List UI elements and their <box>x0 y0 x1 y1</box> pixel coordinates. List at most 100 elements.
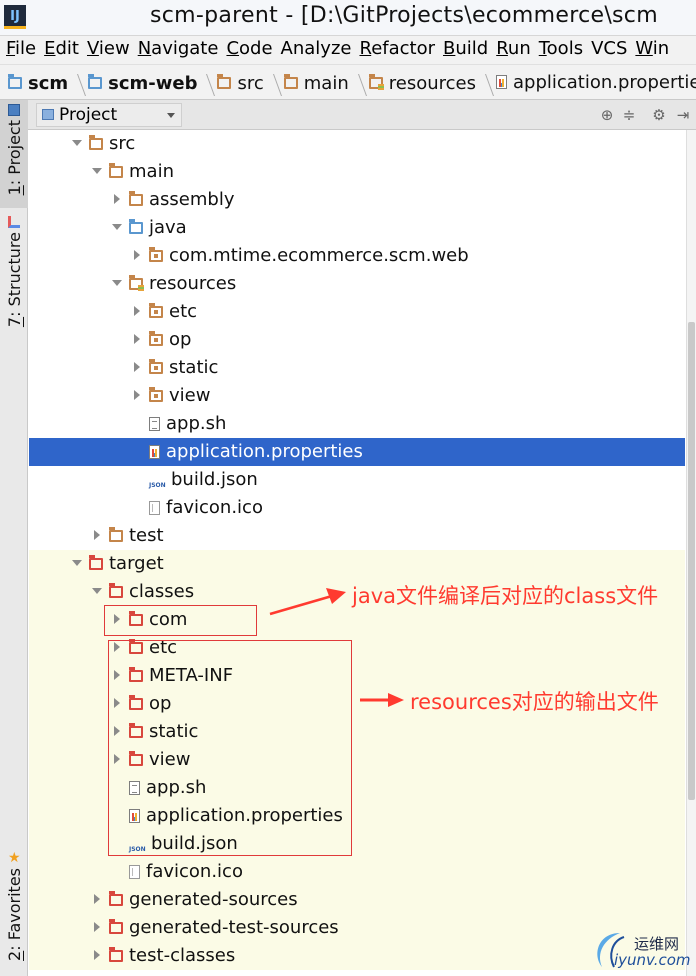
collapsed-arrow-icon[interactable] <box>111 697 123 709</box>
tree-row[interactable]: favicon.ico <box>29 494 685 522</box>
collapsed-arrow-icon[interactable] <box>131 361 143 373</box>
menu-item[interactable]: View <box>81 36 130 60</box>
expanded-arrow-icon[interactable] <box>71 557 83 569</box>
tree-row[interactable]: application.properties <box>29 438 685 466</box>
tree-row[interactable]: test-classes <box>29 942 685 970</box>
tree-row-label: op <box>169 329 192 350</box>
excluded-folder-icon <box>129 723 143 738</box>
breadcrumb-item[interactable]: application.properties <box>495 65 696 99</box>
tree-row-label: favicon.ico <box>146 861 243 882</box>
watermark-url-text: iyunv.com <box>614 951 691 969</box>
menu-item[interactable]: Tools <box>533 36 583 60</box>
menu-item[interactable]: VCS <box>585 36 627 60</box>
collapse-icon[interactable]: ≑ <box>620 105 638 125</box>
breadcrumb-item[interactable]: scm <box>8 66 68 99</box>
tree-row[interactable]: resources <box>29 270 685 298</box>
tree-row[interactable]: src <box>29 130 685 158</box>
menu-label: ools <box>546 38 584 59</box>
breadcrumb-label: main <box>303 72 349 94</box>
menu-item[interactable]: Edit <box>38 36 79 60</box>
excluded-folder-icon <box>109 891 123 906</box>
tool-tab-structure[interactable]: 7: Structure <box>0 212 28 332</box>
collapsed-arrow-icon[interactable] <box>91 529 103 541</box>
tree-row[interactable]: op <box>29 326 685 354</box>
collapsed-arrow-icon[interactable] <box>131 249 143 261</box>
folder-icon <box>217 74 232 89</box>
tree-row[interactable]: favicon.ico <box>29 858 685 886</box>
collapsed-arrow-icon[interactable] <box>111 753 123 765</box>
menu-item[interactable]: Refactor <box>353 36 435 60</box>
tree-row[interactable]: static <box>29 354 685 382</box>
expanded-arrow-icon[interactable] <box>111 277 123 289</box>
collapsed-arrow-icon[interactable] <box>91 949 103 961</box>
text-file-icon <box>149 417 160 431</box>
tool-tab-favorites[interactable]: ★ 2: Favorites <box>0 848 28 976</box>
expanded-arrow-icon[interactable] <box>71 137 83 149</box>
menu-item[interactable]: Build <box>437 36 488 60</box>
breadcrumb-item[interactable]: scm-web <box>88 66 197 99</box>
tree-row-label: java <box>149 217 187 238</box>
breadcrumb-item[interactable]: main <box>283 66 349 99</box>
menu-item[interactable]: Code <box>220 36 272 60</box>
tree-row[interactable]: test <box>29 522 685 550</box>
menu-item[interactable]: Win <box>629 36 669 60</box>
tree-row[interactable]: java <box>29 214 685 242</box>
breadcrumb-separator <box>348 73 367 96</box>
tree-row[interactable]: main <box>29 158 685 186</box>
tree-row[interactable]: com.mtime.ecommerce.scm.web <box>29 242 685 270</box>
target-icon[interactable]: ⊕ <box>598 105 616 125</box>
hide-icon[interactable]: ⇥ <box>674 105 692 125</box>
collapsed-arrow-icon[interactable] <box>111 613 123 625</box>
collapsed-arrow-icon[interactable] <box>111 641 123 653</box>
tree-row[interactable]: generated-sources <box>29 886 685 914</box>
collapsed-arrow-icon[interactable] <box>111 669 123 681</box>
tool-tab-structure-label: 7: Structure <box>4 232 24 328</box>
tree-row[interactable]: view <box>29 382 685 410</box>
vertical-scrollbar-thumb[interactable] <box>688 322 695 800</box>
tree-row-label: build.json <box>151 833 238 854</box>
tree-row[interactable]: etc <box>29 298 685 326</box>
tree-row[interactable]: app.sh <box>29 410 685 438</box>
tree-row-label: src <box>109 133 136 154</box>
tree-row[interactable]: generated-test-sources <box>29 914 685 942</box>
tree-row[interactable]: application.properties <box>29 802 685 830</box>
tree-row-label: view <box>149 749 191 770</box>
collapsed-arrow-icon[interactable] <box>131 389 143 401</box>
tree-row[interactable]: com <box>29 606 685 634</box>
expanded-arrow-icon[interactable] <box>91 165 103 177</box>
menu-item[interactable]: Navigate <box>132 36 219 60</box>
collapsed-arrow-icon[interactable] <box>111 193 123 205</box>
collapsed-arrow-icon[interactable] <box>91 921 103 933</box>
tree-row-label: resources <box>149 273 237 294</box>
collapsed-arrow-icon[interactable] <box>131 333 143 345</box>
expanded-arrow-icon[interactable] <box>91 585 103 597</box>
tree-row-label: build.json <box>171 469 258 490</box>
breadcrumb-item[interactable]: resources <box>368 66 476 99</box>
collapsed-arrow-icon[interactable] <box>91 893 103 905</box>
tree-row-label: static <box>149 721 199 742</box>
tree-row[interactable]: assembly <box>29 186 685 214</box>
tree-row[interactable]: static <box>29 718 685 746</box>
breadcrumb-separator <box>197 73 216 96</box>
project-view-selector[interactable]: Project <box>36 103 182 127</box>
menu-mnemonic: R <box>496 38 508 59</box>
package-icon <box>149 247 163 262</box>
tree-row[interactable]: JSON build.json <box>29 830 685 858</box>
tool-tab-project[interactable]: 1: Project <box>0 100 28 208</box>
tree-row[interactable]: JSON build.json <box>29 466 685 494</box>
tree-row[interactable]: view <box>29 746 685 774</box>
tree-row-label: com.mtime.ecommerce.scm.web <box>169 245 469 266</box>
tree-row-label: test-classes <box>129 945 236 966</box>
menu-item[interactable]: Analyze <box>275 36 352 60</box>
tree-row[interactable]: target <box>29 550 685 578</box>
gear-icon[interactable]: ⚙ <box>650 105 668 125</box>
tree-row[interactable]: etc <box>29 634 685 662</box>
tree-row[interactable]: app.sh <box>29 774 685 802</box>
collapsed-arrow-icon[interactable] <box>131 305 143 317</box>
menu-item[interactable]: Run <box>490 36 531 60</box>
menu-mnemonic: B <box>443 38 456 59</box>
breadcrumb-item[interactable]: src <box>217 66 264 99</box>
collapsed-arrow-icon[interactable] <box>111 725 123 737</box>
expanded-arrow-icon[interactable] <box>111 221 123 233</box>
menu-item[interactable]: File <box>0 36 36 60</box>
